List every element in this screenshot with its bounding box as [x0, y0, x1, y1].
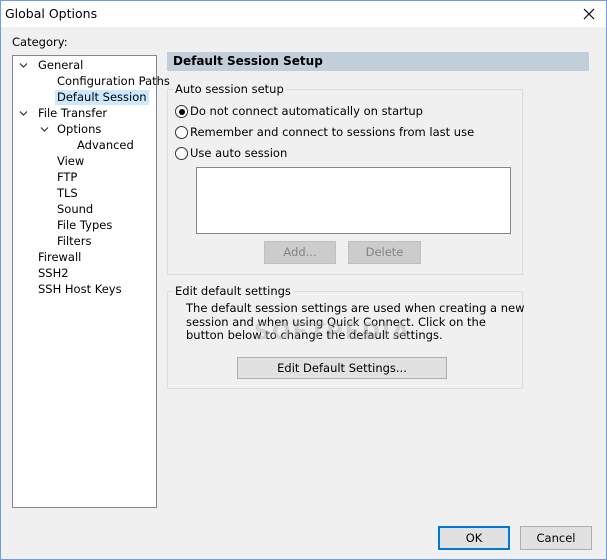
tree-item-ssh2[interactable]: SSH2 — [38, 266, 69, 281]
chevron-down-icon[interactable] — [19, 61, 28, 70]
softpedia-watermark: SOFTPEDIA — [254, 320, 412, 345]
radio-auto-session-label[interactable]: Use auto session — [190, 146, 287, 160]
close-icon[interactable] — [572, 1, 606, 27]
tree-item-configuration-paths[interactable]: Configuration Paths — [57, 74, 170, 89]
cancel-button[interactable]: Cancel — [520, 526, 592, 550]
tree-item-default-session[interactable]: Default Session — [55, 90, 149, 105]
tree-item-firewall[interactable]: Firewall — [38, 250, 81, 265]
tree-item-general[interactable]: General — [38, 58, 83, 73]
radio-remember[interactable] — [175, 126, 188, 139]
edit-default-text-line1: The default session settings are used wh… — [186, 301, 525, 315]
tree-item-ftp[interactable]: FTP — [57, 170, 77, 185]
tree-item-view[interactable]: View — [57, 154, 84, 169]
category-tree[interactable]: General Configuration Paths Default Sess… — [12, 55, 170, 508]
tree-item-advanced[interactable]: Advanced — [77, 138, 134, 153]
tree-item-options[interactable]: Options — [57, 122, 101, 137]
radio-remember-label[interactable]: Remember and connect to sessions from la… — [190, 125, 474, 139]
window-title: Global Options — [5, 6, 98, 21]
tree-item-file-transfer[interactable]: File Transfer — [38, 106, 107, 121]
global-options-window: Global Options Category: General Configu… — [0, 0, 607, 560]
category-label: Category: — [12, 35, 68, 49]
tree-item-file-types[interactable]: File Types — [57, 218, 112, 233]
edit-default-settings-button[interactable]: Edit Default Settings... — [237, 357, 447, 379]
add-button[interactable]: Add... — [264, 241, 336, 264]
delete-button[interactable]: Delete — [348, 241, 421, 264]
tree-item-ssh-host-keys[interactable]: SSH Host Keys — [38, 282, 122, 297]
ok-button[interactable]: OK — [438, 526, 510, 550]
panel-title: Default Session Setup — [173, 54, 323, 68]
tree-item-tls[interactable]: TLS — [57, 186, 78, 201]
tree-item-sound[interactable]: Sound — [57, 202, 93, 217]
radio-no-connect-label[interactable]: Do not connect automatically on startup — [190, 104, 423, 118]
radio-no-connect[interactable] — [175, 105, 188, 118]
radio-auto-session[interactable] — [175, 147, 188, 160]
tree-item-filters[interactable]: Filters — [57, 234, 91, 249]
auto-session-legend: Auto session setup — [173, 82, 286, 96]
panel-header: Default Session Setup — [167, 52, 589, 71]
auto-session-list[interactable] — [196, 167, 511, 234]
edit-default-legend: Edit default settings — [173, 284, 293, 298]
chevron-down-icon[interactable] — [19, 109, 28, 118]
title-bar: Global Options — [1, 1, 606, 27]
chevron-down-icon[interactable] — [40, 125, 49, 134]
